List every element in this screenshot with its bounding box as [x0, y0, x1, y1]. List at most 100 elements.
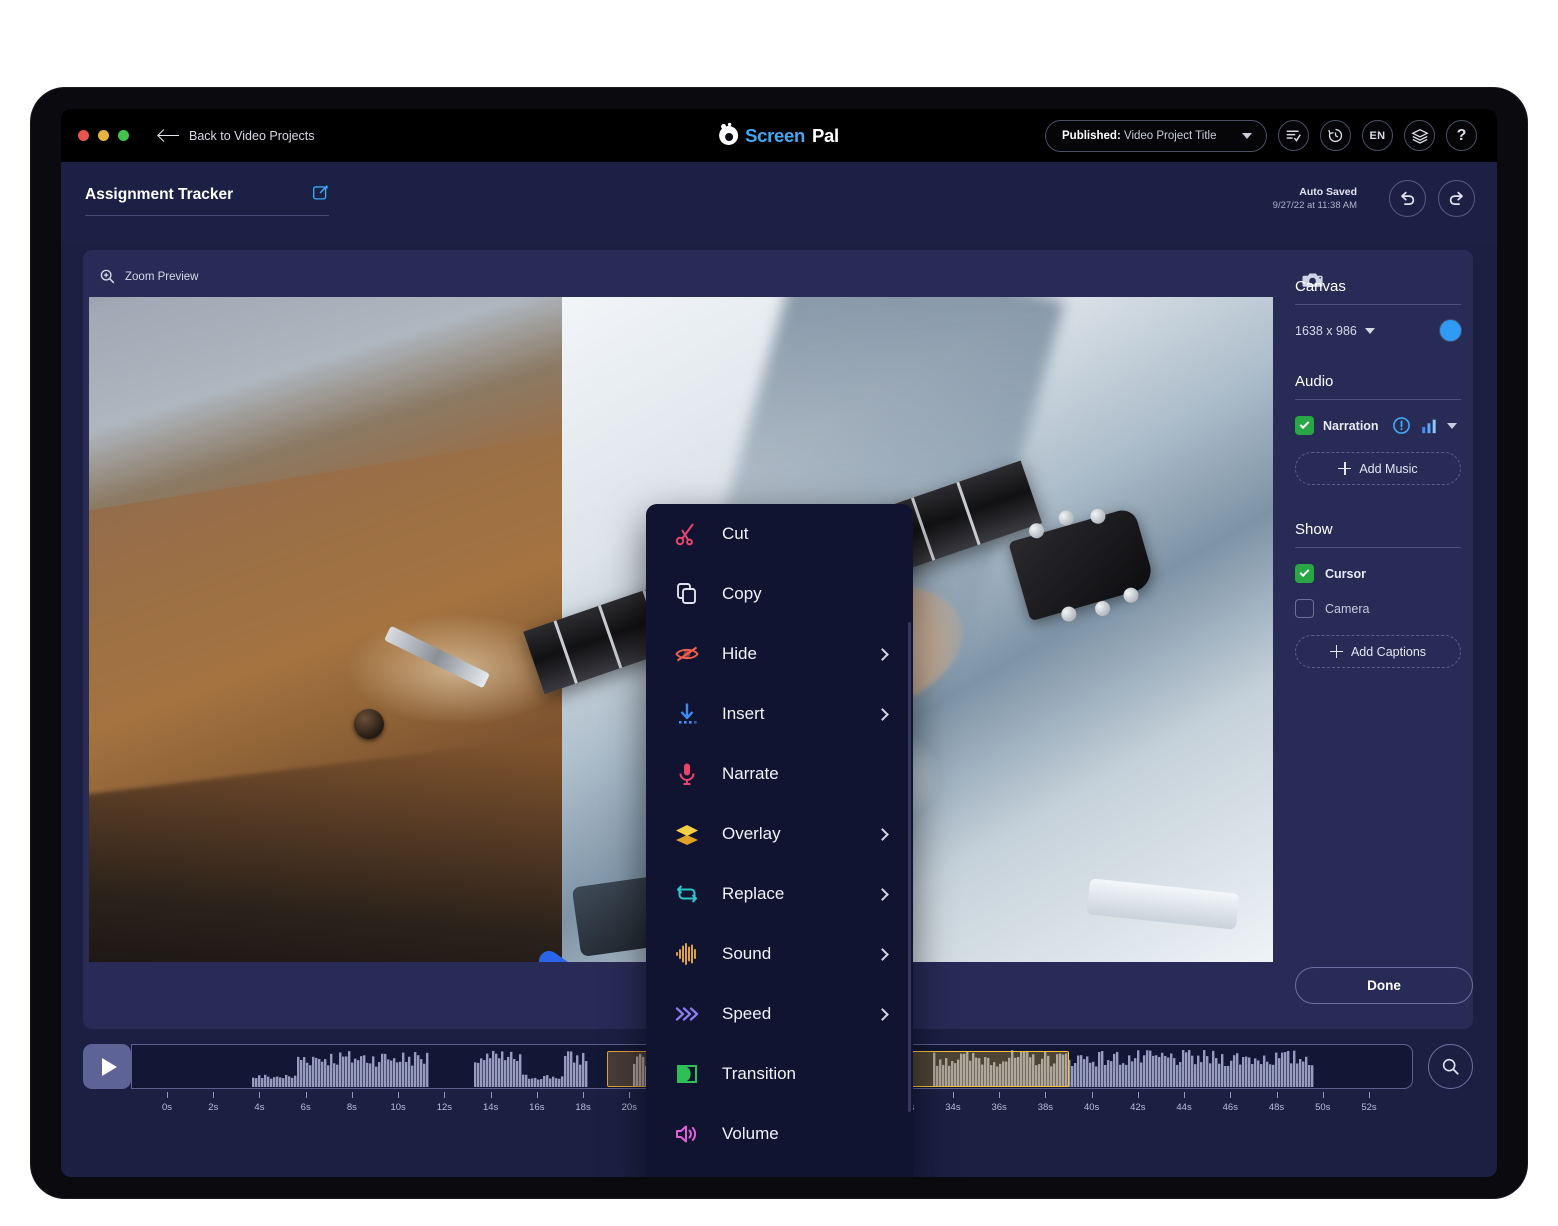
volume-icon	[674, 1121, 712, 1147]
blue-arrow-annotation[interactable]	[393, 947, 633, 962]
canvas-color-swatch[interactable]	[1440, 320, 1461, 341]
ruler-tick	[1276, 1092, 1278, 1098]
add-captions-button[interactable]: Add Captions	[1295, 635, 1461, 668]
narration-dropdown-caret[interactable]	[1446, 422, 1457, 429]
timeline-zoom-button[interactable]	[1428, 1044, 1473, 1089]
camera-checkbox[interactable]	[1295, 599, 1314, 618]
ruler-tick	[1045, 1092, 1047, 1098]
microphone-icon	[674, 761, 712, 787]
close-window-button[interactable]	[78, 130, 89, 141]
layers-button[interactable]	[1404, 120, 1435, 151]
menu-item-replace[interactable]: Replace	[646, 864, 913, 924]
menu-item-narrate[interactable]: Narrate	[646, 744, 913, 804]
clip-context-menu[interactable]: Cut Copy Hide Insert Narrate Overlay Rep…	[646, 504, 913, 1177]
zoom-preview-toggle[interactable]: Zoom Preview	[99, 268, 199, 285]
magnifier-plus-icon	[100, 269, 115, 284]
autosave-label: Auto Saved	[1299, 186, 1357, 198]
notes-check-button[interactable]	[1278, 120, 1309, 151]
add-captions-label: Add Captions	[1350, 644, 1427, 659]
guitar-knob	[443, 882, 466, 905]
window-traffic-lights	[78, 130, 129, 141]
menu-item-insert[interactable]: Insert	[646, 684, 913, 744]
narration-checkbox[interactable]	[1295, 416, 1314, 435]
project-title-field[interactable]: Assignment Tracker	[85, 184, 329, 216]
publish-status-dropdown[interactable]: Published: Video Project Title	[1045, 119, 1267, 152]
menu-item-label: Transition	[722, 1064, 797, 1083]
menu-item-label: Overlay	[722, 824, 781, 843]
plus-icon	[1329, 645, 1343, 658]
undo-button[interactable]	[1389, 180, 1426, 217]
maximize-window-button[interactable]	[118, 130, 129, 141]
chevron-right-icon	[876, 947, 889, 961]
magnifier-icon	[1442, 1058, 1459, 1075]
canvas-section-heading: Canvas	[1295, 278, 1346, 295]
video-frame-left	[89, 297, 562, 962]
narration-alert-button[interactable]	[1392, 416, 1411, 435]
clip-selection-3[interactable]	[907, 1051, 1070, 1087]
context-menu-scrollbar[interactable]	[908, 622, 911, 1112]
notes-check-icon	[1286, 130, 1301, 142]
camera-row: Camera	[1295, 599, 1461, 618]
ruler-tick	[583, 1092, 585, 1098]
edit-pencil-icon[interactable]	[312, 184, 329, 206]
help-button[interactable]: ?	[1446, 120, 1477, 151]
menu-item-label: Insert	[722, 704, 765, 723]
ruler-tick-label: 38s	[1037, 1102, 1054, 1113]
cursor-checkbox[interactable]	[1295, 564, 1314, 583]
replace-icon	[674, 881, 712, 907]
back-link-label: Back to Video Projects	[189, 128, 315, 143]
menu-item-hide[interactable]: Hide	[646, 624, 913, 684]
history-button[interactable]	[1320, 120, 1351, 151]
background-object	[1086, 878, 1240, 930]
narration-levels-button[interactable]	[1420, 417, 1438, 435]
language-label: EN	[1369, 129, 1386, 142]
autosave-status: Auto Saved 9/27/22 at 11:38 AM	[1273, 186, 1357, 211]
add-music-button[interactable]: Add Music	[1295, 452, 1461, 485]
ruler-tick	[398, 1092, 400, 1098]
minimize-window-button[interactable]	[98, 130, 109, 141]
app-screen: Back to Video Projects Screen Pal Publish…	[61, 109, 1497, 1177]
back-arrow-icon	[159, 129, 179, 143]
ruler-tick-label: 20s	[621, 1102, 637, 1113]
ruler-tick-label: 50s	[1315, 1102, 1331, 1113]
copy-icon	[674, 581, 712, 607]
canvas-settings-row: 1638 x 986	[1295, 320, 1461, 341]
audio-levels-icon	[1421, 419, 1436, 433]
ruler-tick	[1137, 1092, 1139, 1098]
page-title: Assignment Tracker	[85, 186, 234, 203]
divider	[1295, 547, 1461, 548]
ruler-tick	[629, 1092, 631, 1098]
redo-button[interactable]	[1438, 180, 1475, 217]
ruler-tick-label: 34s	[945, 1102, 961, 1113]
menu-item-cut[interactable]: Cut	[646, 504, 913, 564]
guitar-bridge	[384, 626, 491, 689]
chevron-right-icon	[876, 1007, 889, 1021]
menu-item-transition[interactable]: Transition	[646, 1044, 913, 1104]
ruler-tick-label: 46s	[1222, 1102, 1238, 1113]
cursor-row: Cursor	[1295, 564, 1461, 583]
ruler-tick-label: 36s	[991, 1102, 1007, 1113]
autosave-time: 9/27/22 at 11:38 AM	[1272, 200, 1357, 211]
chevrons-icon	[674, 1001, 712, 1027]
properties-sidebar: Canvas 1638 x 986 Audio Narration Add Mu…	[1283, 256, 1473, 1022]
ruler-tick	[213, 1092, 215, 1098]
add-music-label: Add Music	[1359, 461, 1418, 476]
guitar-knob	[420, 802, 447, 829]
ruler-tick	[259, 1092, 261, 1098]
canvas-size-label: 1638 x 986	[1295, 323, 1357, 338]
canvas-size-dropdown[interactable]: 1638 x 986	[1295, 324, 1375, 338]
done-button[interactable]: Done	[1295, 967, 1473, 1004]
check-icon	[1299, 567, 1310, 578]
menu-item-sound[interactable]: Sound	[646, 924, 913, 984]
audio-section-heading: Audio	[1295, 373, 1334, 390]
history-clock-icon	[1328, 128, 1343, 143]
menu-item-volume[interactable]: Volume	[646, 1104, 913, 1164]
layers-icon	[1410, 128, 1429, 144]
play-button[interactable]	[83, 1044, 131, 1089]
menu-item-speed[interactable]: Speed	[646, 984, 913, 1044]
menu-item-overlay[interactable]: Overlay	[646, 804, 913, 864]
menu-item-copy[interactable]: Copy	[646, 564, 913, 624]
language-button[interactable]: EN	[1362, 120, 1393, 151]
back-to-video-projects-link[interactable]: Back to Video Projects	[159, 129, 315, 143]
ruler-tick	[1184, 1092, 1186, 1098]
